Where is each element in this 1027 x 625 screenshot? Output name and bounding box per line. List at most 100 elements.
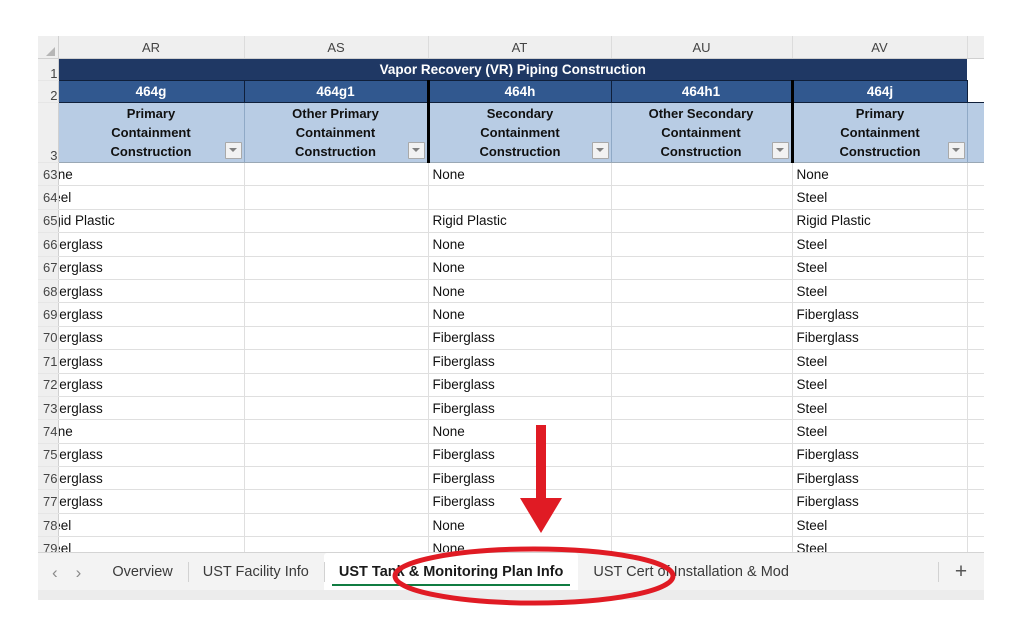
cell-overflow-72[interactable] xyxy=(967,373,984,397)
cell-AV76[interactable]: Fiberglass xyxy=(792,466,968,491)
row-number-65[interactable]: 65 xyxy=(38,209,59,234)
cell-overflow-64[interactable] xyxy=(967,185,984,210)
cell-AU75[interactable] xyxy=(611,443,793,468)
cell-AT70[interactable]: Fiberglass xyxy=(428,326,612,351)
cell-AS71[interactable] xyxy=(244,349,429,374)
cell-overflow-78[interactable] xyxy=(967,513,984,538)
cell-AV66[interactable]: Steel xyxy=(792,232,968,257)
cell-AS76[interactable] xyxy=(244,466,429,491)
cell-overflow-63[interactable] xyxy=(967,162,984,187)
cell-AV65[interactable]: Rigid Plastic xyxy=(792,209,968,234)
filter-dropdown-icon[interactable] xyxy=(591,142,609,159)
cell-AU64[interactable] xyxy=(611,185,793,210)
cell-AR79[interactable]: Steel xyxy=(58,536,245,552)
row-number-77[interactable]: 77 xyxy=(38,489,59,514)
cell-AT67[interactable]: None xyxy=(428,256,612,280)
cell-AT77[interactable]: Fiberglass xyxy=(428,489,612,514)
sheet-tab-1[interactable]: UST Facility Info xyxy=(187,553,324,591)
cell-AR72[interactable]: Fiberglass xyxy=(58,373,245,397)
cell-AU79[interactable] xyxy=(611,536,793,552)
cell-AT63[interactable]: None xyxy=(428,162,612,187)
cell-AV72[interactable]: Steel xyxy=(792,373,968,397)
column-header-AV[interactable]: AV xyxy=(792,36,968,59)
cell-AV68[interactable]: Steel xyxy=(792,279,968,304)
cell-AU77[interactable] xyxy=(611,489,793,514)
cell-AS75[interactable] xyxy=(244,443,429,468)
row-number-72[interactable]: 72 xyxy=(38,373,59,397)
cell-AU65[interactable] xyxy=(611,209,793,234)
cell-overflow-70[interactable] xyxy=(967,326,984,351)
filter-dropdown-icon[interactable] xyxy=(771,142,789,159)
cell-AR63[interactable]: None xyxy=(58,162,245,187)
row-number-79[interactable]: 79 xyxy=(38,536,59,552)
sheet-tab-bar[interactable]: ‹ › Overview UST Facility Info UST Tank & … xyxy=(38,552,984,591)
row-number-69[interactable]: 69 xyxy=(38,302,59,327)
cell-overflow-69[interactable] xyxy=(967,302,984,327)
cell-AU63[interactable] xyxy=(611,162,793,187)
cell-AS77[interactable] xyxy=(244,489,429,514)
row-number-70[interactable]: 70 xyxy=(38,326,59,351)
column-header-partial[interactable] xyxy=(967,36,984,59)
cell-AS67[interactable] xyxy=(244,256,429,280)
cell-AR77[interactable]: Fiberglass xyxy=(58,489,245,514)
cell-AV77[interactable]: Fiberglass xyxy=(792,489,968,514)
row-number-78[interactable]: 78 xyxy=(38,513,59,538)
cell-overflow-75[interactable] xyxy=(967,443,984,468)
cell-AR65[interactable]: Rigid Plastic xyxy=(58,209,245,234)
column-header-AR[interactable]: AR xyxy=(58,36,245,59)
cell-AV70[interactable]: Fiberglass xyxy=(792,326,968,351)
row-number-3[interactable]: 3 xyxy=(38,102,59,163)
cell-AU67[interactable] xyxy=(611,256,793,280)
cell-AT73[interactable]: Fiberglass xyxy=(428,396,612,421)
cell-AU74[interactable] xyxy=(611,419,793,444)
cell-AR78[interactable]: Steel xyxy=(58,513,245,538)
spreadsheet-grid[interactable]: AR AS AT AU AV 1 Vapor Recovery (VR) Pip… xyxy=(38,36,984,552)
cell-AV71[interactable]: Steel xyxy=(792,349,968,374)
filter-dropdown-icon[interactable] xyxy=(947,142,965,159)
cell-AT76[interactable]: Fiberglass xyxy=(428,466,612,491)
cell-AT72[interactable]: Fiberglass xyxy=(428,373,612,397)
row-number-68[interactable]: 68 xyxy=(38,279,59,304)
sheet-nav-arrows[interactable]: ‹ › xyxy=(38,553,97,591)
cell-AR66[interactable]: Fiberglass xyxy=(58,232,245,257)
cell-AU73[interactable] xyxy=(611,396,793,421)
cell-overflow-73[interactable] xyxy=(967,396,984,421)
cell-overflow-67[interactable] xyxy=(967,256,984,280)
filter-dropdown-icon[interactable] xyxy=(224,142,242,159)
cell-AT71[interactable]: Fiberglass xyxy=(428,349,612,374)
cell-AS64[interactable] xyxy=(244,185,429,210)
cell-AR67[interactable]: Fiberglass xyxy=(58,256,245,280)
cell-overflow-74[interactable] xyxy=(967,419,984,444)
cell-AU78[interactable] xyxy=(611,513,793,538)
column-header-AU[interactable]: AU xyxy=(611,36,793,59)
cell-AR69[interactable]: Fiberglass xyxy=(58,302,245,327)
row-number-1[interactable]: 1 xyxy=(38,58,59,81)
cell-AT74[interactable]: None xyxy=(428,419,612,444)
cell-AT68[interactable]: None xyxy=(428,279,612,304)
cell-AV63[interactable]: None xyxy=(792,162,968,187)
cell-AV78[interactable]: Steel xyxy=(792,513,968,538)
row-number-73[interactable]: 73 xyxy=(38,396,59,421)
cell-AT78[interactable]: None xyxy=(428,513,612,538)
cell-overflow-79[interactable] xyxy=(967,536,984,552)
cell-AS70[interactable] xyxy=(244,326,429,351)
cell-overflow-65[interactable] xyxy=(967,209,984,234)
cell-AU71[interactable] xyxy=(611,349,793,374)
cell-AS69[interactable] xyxy=(244,302,429,327)
sheet-tabs[interactable]: Overview UST Facility Info UST Tank & Moni… xyxy=(97,553,938,591)
cell-AR71[interactable]: Fiberglass xyxy=(58,349,245,374)
filter-dropdown-icon[interactable] xyxy=(407,142,425,159)
cell-AR64[interactable]: Steel xyxy=(58,185,245,210)
row-number-63[interactable]: 63 xyxy=(38,162,59,187)
cell-AT79[interactable]: None xyxy=(428,536,612,552)
cell-AR75[interactable]: Fiberglass xyxy=(58,443,245,468)
cell-AS72[interactable] xyxy=(244,373,429,397)
cell-AT75[interactable]: Fiberglass xyxy=(428,443,612,468)
cell-AT69[interactable]: None xyxy=(428,302,612,327)
cell-AV73[interactable]: Steel xyxy=(792,396,968,421)
row-number-66[interactable]: 66 xyxy=(38,232,59,257)
cell-overflow-66[interactable] xyxy=(967,232,984,257)
cell-AV74[interactable]: Steel xyxy=(792,419,968,444)
column-header-AS[interactable]: AS xyxy=(244,36,429,59)
cell-AT64[interactable] xyxy=(428,185,612,210)
